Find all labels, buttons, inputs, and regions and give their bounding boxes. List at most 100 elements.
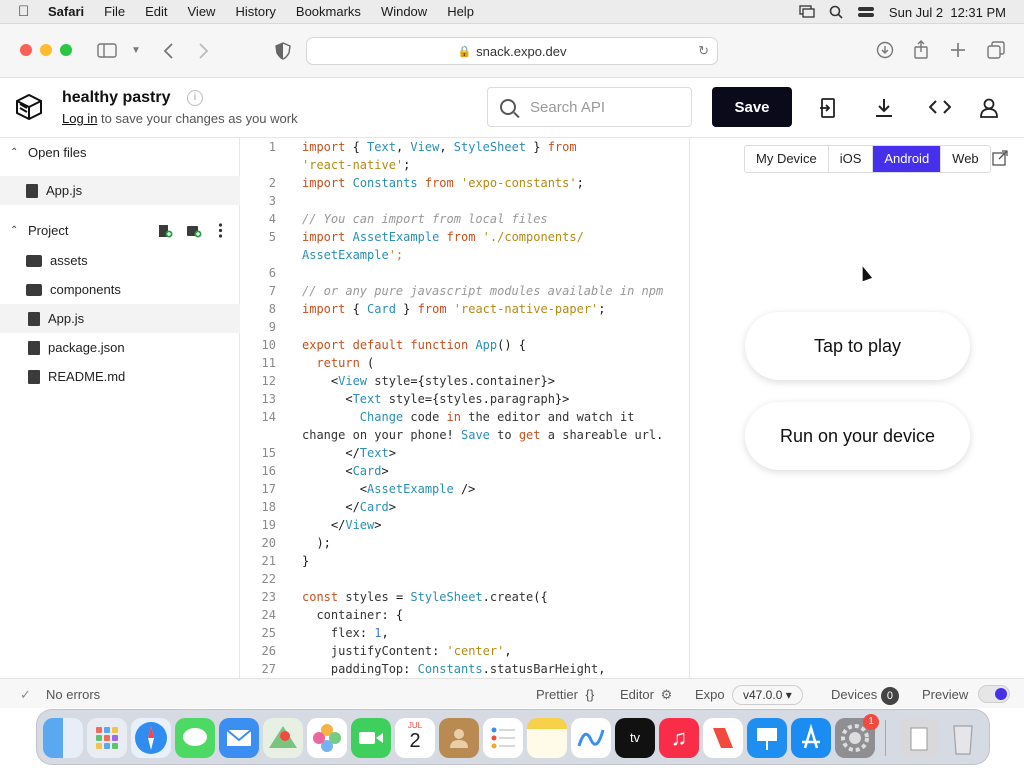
freeform-icon[interactable] bbox=[571, 718, 611, 758]
code-line[interactable]: 1 import { Text, View, StyleSheet } from bbox=[240, 138, 689, 156]
code-line[interactable]: 14 Change code in the editor and watch i… bbox=[240, 408, 689, 426]
embed-code-icon[interactable] bbox=[929, 100, 951, 114]
spotlight-icon[interactable] bbox=[829, 5, 843, 19]
project-title[interactable]: healthy pastry bbox=[62, 89, 170, 107]
project-item-app-js[interactable]: App.js bbox=[0, 304, 240, 333]
code-line[interactable]: 20 ); bbox=[240, 534, 689, 552]
project-item-components[interactable]: components bbox=[0, 275, 240, 304]
close-window-button[interactable] bbox=[20, 44, 32, 56]
code-line[interactable]: change on your phone! Save to get a shar… bbox=[240, 426, 689, 444]
news-icon[interactable] bbox=[703, 718, 743, 758]
photos-icon[interactable] bbox=[307, 718, 347, 758]
save-button[interactable]: Save bbox=[712, 87, 792, 127]
user-account-icon[interactable] bbox=[979, 98, 999, 118]
code-line[interactable]: 22 bbox=[240, 570, 689, 588]
menu-file[interactable]: File bbox=[104, 4, 125, 19]
code-line[interactable]: 19 </View> bbox=[240, 516, 689, 534]
code-line[interactable]: 21} bbox=[240, 552, 689, 570]
code-line[interactable]: 16 <Card> bbox=[240, 462, 689, 480]
code-line[interactable]: 3 bbox=[240, 192, 689, 210]
reload-icon[interactable]: ↻ bbox=[698, 43, 709, 59]
code-line[interactable]: 17 <AssetExample /> bbox=[240, 480, 689, 498]
menu-app-name[interactable]: Safari bbox=[48, 4, 84, 19]
mail-icon[interactable] bbox=[219, 718, 259, 758]
calendar-icon[interactable]: JUL 2 bbox=[395, 718, 435, 758]
screen-mirroring-icon[interactable] bbox=[799, 5, 815, 19]
menu-edit[interactable]: Edit bbox=[145, 4, 167, 19]
zoom-window-button[interactable] bbox=[60, 44, 72, 56]
facetime-icon[interactable] bbox=[351, 718, 391, 758]
code-line[interactable]: 2 import Constants from 'expo-constants'; bbox=[240, 174, 689, 192]
new-tab-icon[interactable] bbox=[950, 42, 966, 58]
menu-bookmarks[interactable]: Bookmarks bbox=[296, 4, 361, 19]
errors-status[interactable]: No errors bbox=[46, 687, 100, 702]
code-line[interactable]: 12 <View style={styles.container}> bbox=[240, 372, 689, 390]
info-icon[interactable]: i bbox=[187, 90, 203, 106]
sdk-version-select[interactable]: v47.0.0 ▾ bbox=[732, 685, 803, 705]
code-line[interactable]: 7 // or any pure javascript modules avail… bbox=[240, 282, 689, 300]
code-line[interactable]: 25 flex: 1, bbox=[240, 624, 689, 642]
forward-icon[interactable] bbox=[198, 43, 210, 59]
code-line[interactable]: 8 import { Card } from 'react-native-pape… bbox=[240, 300, 689, 318]
tab-ios[interactable]: iOS bbox=[829, 146, 874, 172]
reminders-icon[interactable] bbox=[483, 718, 523, 758]
apple-tv-icon[interactable]: tv bbox=[615, 718, 655, 758]
code-line[interactable]: 10 export default function App() { bbox=[240, 336, 689, 354]
safari-app-icon[interactable] bbox=[131, 718, 171, 758]
back-icon[interactable] bbox=[162, 43, 174, 59]
open-files-section-header[interactable]: ⌃ Open files bbox=[0, 138, 240, 166]
prettier-toggle[interactable]: Prettier {} bbox=[536, 687, 594, 702]
snack-logo-icon[interactable] bbox=[14, 92, 44, 122]
code-line[interactable]: 18 </Card> bbox=[240, 498, 689, 516]
contacts-icon[interactable] bbox=[439, 718, 479, 758]
control-center-icon[interactable] bbox=[857, 5, 875, 19]
new-folder-icon[interactable] bbox=[186, 224, 202, 238]
code-line[interactable]: AssetExample'; bbox=[240, 246, 689, 264]
music-icon[interactable]: ♫ bbox=[659, 718, 699, 758]
open-external-icon[interactable] bbox=[992, 150, 1008, 166]
notes-icon[interactable] bbox=[527, 718, 567, 758]
menubar-clock[interactable]: Sun Jul 2 12:31 PM bbox=[889, 5, 1006, 20]
finder-icon[interactable] bbox=[43, 718, 83, 758]
preview-toggle[interactable] bbox=[978, 685, 1010, 703]
messages-icon[interactable] bbox=[175, 718, 215, 758]
code-line[interactable]: 5 import AssetExample from './components/ bbox=[240, 228, 689, 246]
chevron-down-icon[interactable]: ▼ bbox=[131, 45, 141, 56]
menu-window[interactable]: Window bbox=[381, 4, 427, 19]
code-line[interactable]: 26 justifyContent: 'center', bbox=[240, 642, 689, 660]
code-line[interactable]: 11 return ( bbox=[240, 354, 689, 372]
code-line[interactable]: 6 bbox=[240, 264, 689, 282]
menu-history[interactable]: History bbox=[235, 4, 275, 19]
devices-button[interactable]: Devices 0 bbox=[831, 687, 899, 705]
login-link[interactable]: Log in bbox=[62, 111, 97, 126]
menu-view[interactable]: View bbox=[188, 4, 216, 19]
address-bar[interactable]: 🔒 snack.expo.dev ↻ bbox=[306, 37, 718, 65]
sidebar-toggle-icon[interactable] bbox=[97, 43, 117, 58]
code-line[interactable]: 27 paddingTop: Constants.statusBarHeight… bbox=[240, 660, 689, 678]
project-section-header[interactable]: ⌃ Project bbox=[0, 216, 240, 244]
menu-help[interactable]: Help bbox=[447, 4, 474, 19]
keynote-icon[interactable] bbox=[747, 718, 787, 758]
downloads-icon[interactable] bbox=[876, 41, 894, 59]
code-line[interactable]: 23 const styles = StyleSheet.create({ bbox=[240, 588, 689, 606]
code-line[interactable]: 4 // You can import from local files bbox=[240, 210, 689, 228]
code-line[interactable]: 24 container: { bbox=[240, 606, 689, 624]
apple-icon[interactable]:  bbox=[18, 3, 32, 20]
tab-overview-icon[interactable] bbox=[987, 41, 1005, 59]
share-icon[interactable] bbox=[913, 40, 929, 59]
import-icon[interactable] bbox=[820, 98, 836, 118]
maps-icon[interactable] bbox=[263, 718, 303, 758]
project-item-assets[interactable]: assets bbox=[0, 246, 240, 275]
project-item-package-json[interactable]: package.json bbox=[0, 333, 240, 362]
tab-my-device[interactable]: My Device bbox=[745, 146, 829, 172]
code-editor[interactable]: 1 import { Text, View, StyleSheet } from '… bbox=[240, 138, 690, 678]
code-line[interactable]: 9 bbox=[240, 318, 689, 336]
code-line[interactable]: 'react-native'; bbox=[240, 156, 689, 174]
tab-web[interactable]: Web bbox=[941, 146, 990, 172]
minimize-window-button[interactable] bbox=[40, 44, 52, 56]
app-store-icon[interactable] bbox=[791, 718, 831, 758]
code-line[interactable]: 13 <Text style={styles.paragraph}> bbox=[240, 390, 689, 408]
editor-settings[interactable]: Editor ⚙ bbox=[620, 687, 672, 703]
system-settings-icon[interactable]: 1 bbox=[835, 714, 879, 758]
open-file-item[interactable]: App.js bbox=[0, 176, 240, 205]
